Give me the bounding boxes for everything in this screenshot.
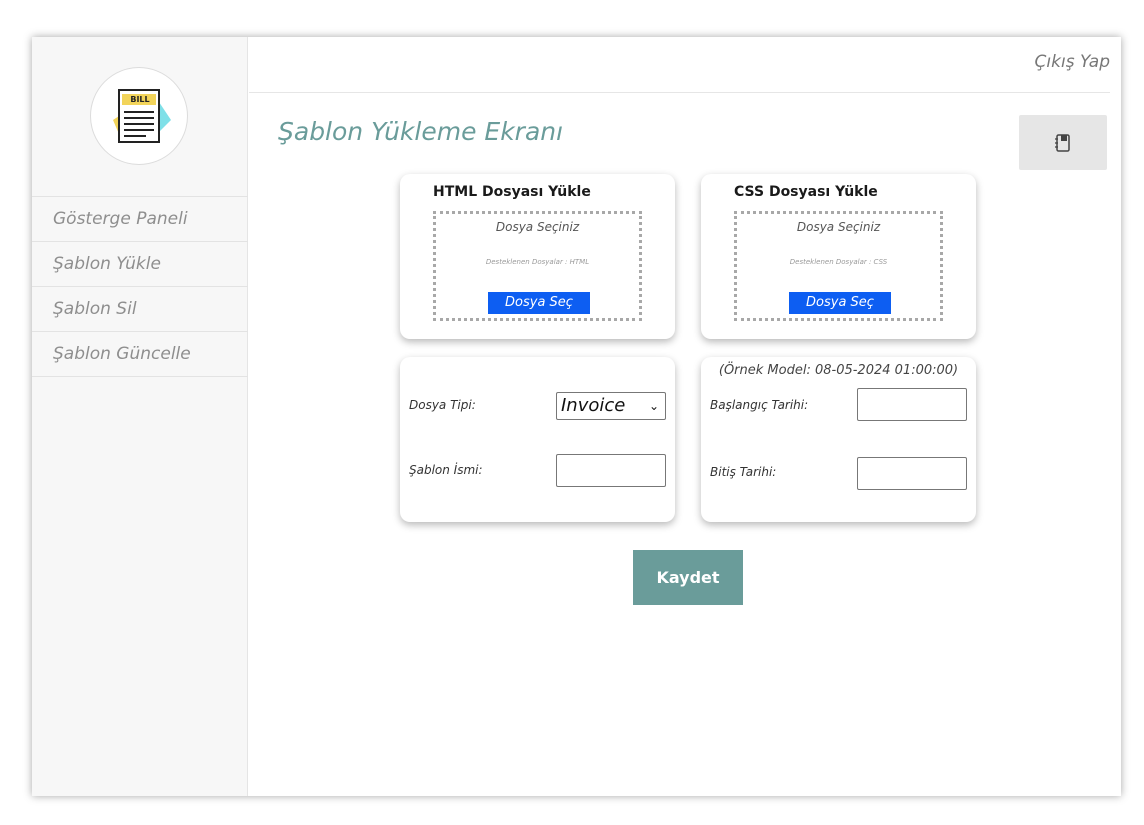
sidebar-nav: Gösterge Paneli Şablon Yükle Şablon Sil … (32, 196, 248, 377)
sidebar-item-update-template[interactable]: Şablon Güncelle (32, 332, 248, 377)
top-bar: Çıkış Yap (249, 37, 1110, 93)
notebook-button[interactable] (1019, 115, 1107, 170)
html-upload-card: HTML Dosyası Yükle Dosya Seçiniz Destekl… (400, 174, 675, 339)
logout-link[interactable]: Çıkış Yap (1035, 52, 1110, 72)
template-form-card: Dosya Tipi: Invoice ⌄ Şablon İsmi: (400, 357, 675, 522)
start-date-input[interactable] (857, 388, 967, 421)
html-choose-file-button[interactable]: Dosya Seç (488, 292, 590, 314)
end-date-label: Bitiş Tarihi: (710, 465, 777, 479)
bill-logo-icon (113, 89, 171, 143)
file-type-value: Invoice (561, 395, 626, 416)
chevron-down-icon: ⌄ (648, 399, 659, 413)
html-supported-files: Desteklenen Dosyalar : HTML (485, 258, 590, 266)
sidebar: BILL Gösterge Paneli Şablon Yükle Şablon… (32, 37, 248, 796)
end-date-input[interactable] (857, 457, 967, 490)
page-title: Şablon Yükleme Ekranı (278, 117, 564, 146)
app-window: BILL Gösterge Paneli Şablon Yükle Şablon… (32, 37, 1121, 796)
template-name-label: Şablon İsmi: (409, 463, 483, 477)
html-dropzone-label: Dosya Seçiniz (495, 220, 580, 234)
sidebar-item-delete-template[interactable]: Şablon Sil (32, 287, 248, 332)
sidebar-item-upload-template[interactable]: Şablon Yükle (32, 242, 248, 287)
notebook-icon (1055, 134, 1070, 152)
html-dropzone[interactable]: Dosya Seçiniz Desteklenen Dosyalar : HTM… (433, 211, 642, 321)
html-upload-title: HTML Dosyası Yükle (433, 184, 591, 200)
date-format-example: (Örnek Model: 08-05-2024 01:00:00) (718, 363, 959, 378)
css-upload-card: CSS Dosyası Yükle Dosya Seçiniz Destekle… (701, 174, 976, 339)
css-upload-title: CSS Dosyası Yükle (734, 184, 878, 200)
logo-text: BILL (130, 95, 150, 104)
logo: BILL (90, 67, 188, 165)
sidebar-item-dashboard[interactable]: Gösterge Paneli (32, 197, 248, 242)
css-supported-files: Desteklenen Dosyalar : CSS (789, 258, 888, 266)
css-choose-file-button[interactable]: Dosya Seç (789, 292, 891, 314)
css-dropzone-label: Dosya Seçiniz (796, 220, 881, 234)
file-type-select[interactable]: Invoice ⌄ (556, 392, 666, 420)
css-dropzone[interactable]: Dosya Seçiniz Desteklenen Dosyalar : CSS… (734, 211, 943, 321)
start-date-label: Başlangıç Tarihi: (710, 398, 809, 412)
file-type-label: Dosya Tipi: (409, 398, 476, 412)
date-form-card: (Örnek Model: 08-05-2024 01:00:00) Başla… (701, 357, 976, 522)
save-button[interactable]: Kaydet (633, 550, 743, 605)
template-name-input[interactable] (556, 454, 666, 487)
